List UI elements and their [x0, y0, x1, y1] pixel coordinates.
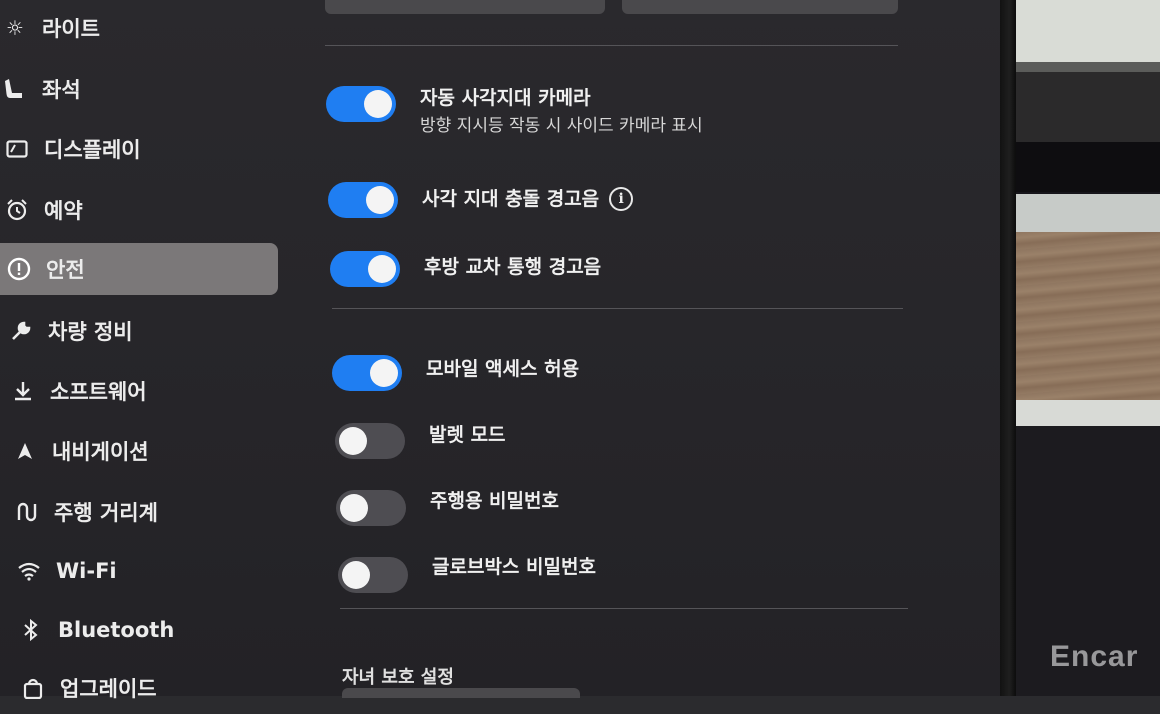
- setting-title: 글로브박스 비밀번호: [432, 556, 596, 578]
- watermark: Encar: [1050, 640, 1139, 673]
- sidebar-item-trips[interactable]: 주행 거리계: [0, 486, 278, 538]
- alarm-clock-icon: [4, 197, 30, 223]
- sidebar-item-service[interactable]: 차량 정비: [0, 305, 278, 357]
- sidebar: ☼ 라이트 좌석 디스플레이 예약 안전 차량 정비 소프트웨어 내비게이션 주…: [0, 0, 290, 701]
- sidebar-item-label: 업그레이드: [60, 677, 157, 701]
- info-icon[interactable]: i: [609, 187, 634, 211]
- toggle-knob: [342, 561, 370, 589]
- toggle-knob: [370, 359, 398, 387]
- child-protection-option[interactable]: [342, 688, 580, 698]
- pin-to-drive-toggle[interactable]: [336, 490, 406, 526]
- setting-subtitle: 방향 지시등 작동 시 사이드 카메라 표시: [420, 116, 703, 136]
- top-option-button[interactable]: [622, 0, 898, 14]
- sidebar-item-seats[interactable]: 좌석: [0, 63, 278, 115]
- sidebar-item-label: 디스플레이: [44, 138, 141, 162]
- sun-icon: ☼: [6, 16, 24, 40]
- sidebar-item-software[interactable]: 소프트웨어: [0, 365, 278, 417]
- toggle-knob: [340, 494, 368, 522]
- navigation-arrow-icon: [12, 438, 38, 464]
- seat-icon: [2, 76, 28, 102]
- sidebar-item-lights[interactable]: ☼ 라이트: [0, 2, 278, 54]
- setting-rear-cross-traffic-chime: 후방 교차 통행 경고음: [330, 251, 601, 287]
- sidebar-item-navigation[interactable]: 내비게이션: [0, 425, 278, 477]
- auto-blind-spot-camera-toggle[interactable]: [326, 86, 396, 122]
- sidebar-item-label: 주행 거리계: [54, 501, 158, 525]
- sidebar-item-display[interactable]: 디스플레이: [0, 123, 278, 175]
- toggle-knob: [339, 427, 367, 455]
- sidebar-item-label: 예약: [44, 199, 83, 223]
- top-option-button[interactable]: [325, 0, 605, 14]
- setting-title: 발렛 모드: [429, 424, 506, 446]
- valet-mode-toggle[interactable]: [335, 423, 405, 459]
- sidebar-item-label: 안전: [46, 258, 85, 282]
- sidebar-item-label: 라이트: [42, 17, 100, 41]
- toggle-knob: [368, 255, 396, 283]
- sidebar-item-safety[interactable]: 안전: [0, 243, 278, 295]
- divider: [325, 45, 898, 46]
- setting-title: 모바일 액세스 허용: [426, 358, 580, 380]
- setting-glovebox-pin: 글로브박스 비밀번호: [338, 556, 596, 593]
- mobile-access-toggle[interactable]: [332, 355, 402, 391]
- safety-settings-panel: 자동 사각지대 카메라 방향 지시등 작동 시 사이드 카메라 표시 사각 지대…: [320, 0, 920, 698]
- download-icon: [10, 378, 36, 404]
- sidebar-item-bluetooth[interactable]: Bluetooth: [0, 604, 278, 656]
- sidebar-item-label: 좌석: [42, 78, 81, 102]
- sidebar-item-label: 차량 정비: [48, 320, 133, 344]
- rear-cross-traffic-chime-toggle[interactable]: [330, 251, 400, 287]
- sidebar-item-wifi[interactable]: Wi-Fi: [0, 545, 278, 597]
- setting-pin-to-drive: 주행용 비밀번호: [336, 490, 559, 526]
- setting-blind-spot-chime: 사각 지대 충돌 경고음 i: [328, 182, 634, 218]
- display-icon: [4, 136, 30, 162]
- toggle-knob: [364, 90, 392, 118]
- bluetooth-icon: [18, 617, 44, 643]
- wrench-icon: [8, 318, 34, 344]
- touchscreen: ☼ 라이트 좌석 디스플레이 예약 안전 차량 정비 소프트웨어 내비게이션 주…: [0, 0, 1000, 701]
- setting-title: 주행용 비밀번호: [430, 490, 559, 512]
- child-protection-title: 자녀 보호 설정: [342, 667, 454, 688]
- sidebar-item-upgrades[interactable]: 업그레이드: [0, 662, 278, 714]
- sidebar-item-label: Wi-Fi: [56, 559, 117, 583]
- sidebar-item-schedule[interactable]: 예약: [0, 184, 278, 236]
- sidebar-item-label: 내비게이션: [52, 440, 149, 464]
- setting-title: 사각 지대 충돌 경고음: [422, 188, 600, 210]
- setting-auto-blind-spot-camera: 자동 사각지대 카메라 방향 지시등 작동 시 사이드 카메라 표시: [326, 86, 703, 140]
- setting-title: 후방 교차 통행 경고음: [424, 256, 602, 278]
- toggle-knob: [366, 186, 394, 214]
- setting-valet-mode: 발렛 모드: [335, 423, 506, 459]
- divider: [332, 308, 903, 309]
- trip-odometer-icon: [14, 499, 40, 525]
- wifi-icon: [16, 558, 42, 584]
- sidebar-item-label: 소프트웨어: [50, 380, 147, 404]
- screen-bezel: [1000, 0, 1016, 696]
- glovebox-pin-toggle[interactable]: [338, 557, 408, 593]
- blind-spot-chime-toggle[interactable]: [328, 182, 398, 218]
- alert-circle-icon: [6, 256, 32, 282]
- sidebar-item-label: Bluetooth: [58, 618, 175, 642]
- shopping-bag-icon: [20, 675, 46, 701]
- divider: [340, 608, 908, 609]
- setting-title: 자동 사각지대 카메라: [420, 87, 591, 109]
- setting-mobile-access: 모바일 액세스 허용: [332, 355, 579, 391]
- car-interior-background: [1016, 0, 1160, 696]
